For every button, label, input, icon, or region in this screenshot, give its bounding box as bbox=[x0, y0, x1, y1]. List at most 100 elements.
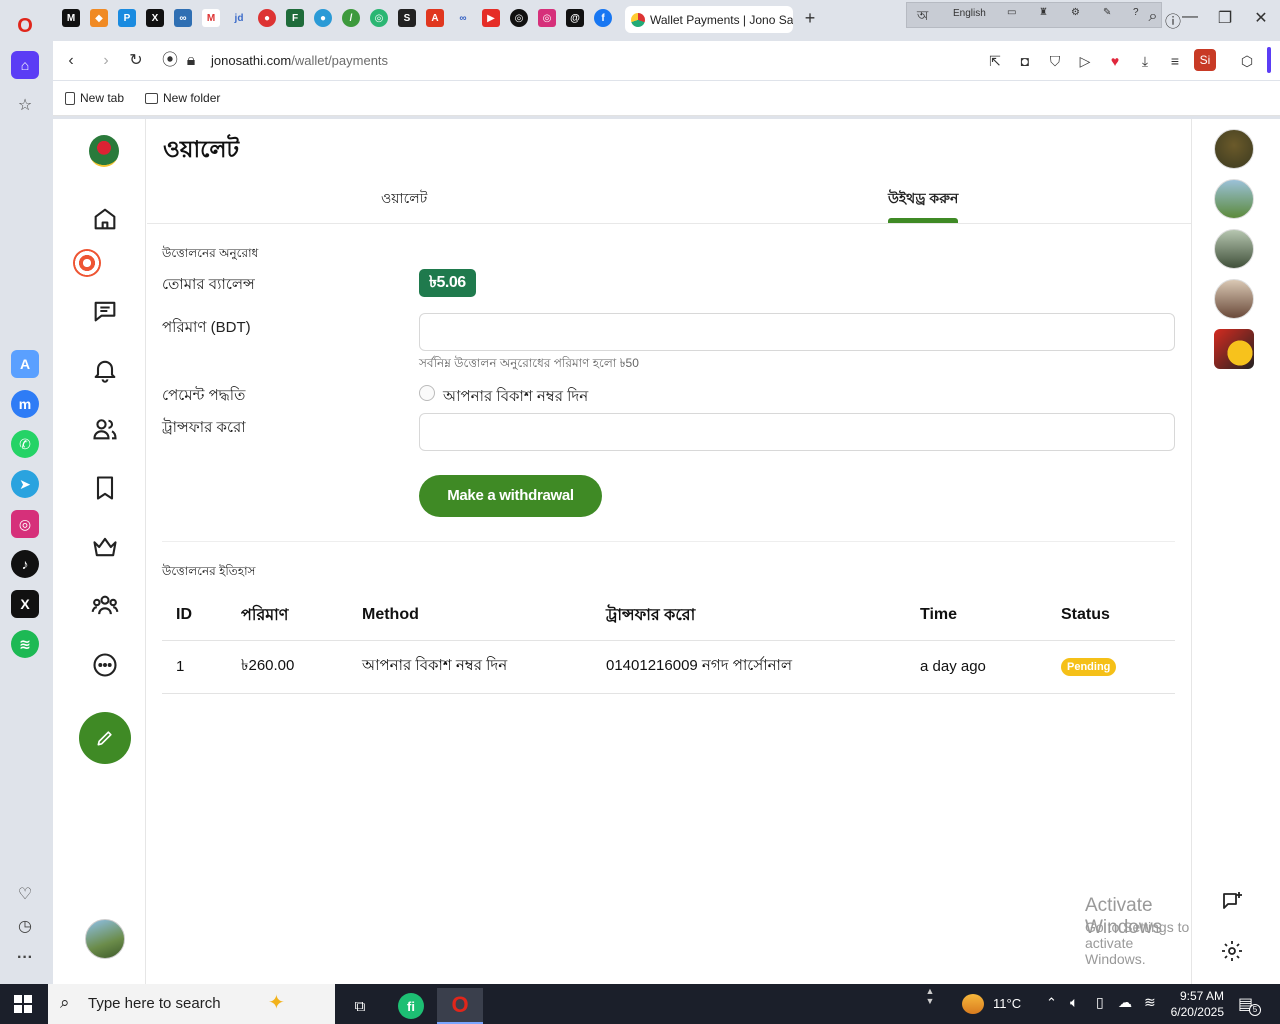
cloud-icon[interactable]: ☁ bbox=[1118, 994, 1132, 1011]
tab-icon[interactable]: ◎ bbox=[510, 9, 528, 27]
keyboard-icon[interactable]: ▭ bbox=[1007, 7, 1016, 18]
restore-icon[interactable]: ❐ bbox=[1215, 8, 1235, 28]
url-field[interactable]: jonosathi.com/wallet/payments bbox=[211, 53, 388, 68]
forward-icon[interactable]: › bbox=[96, 51, 116, 71]
tiktok-icon[interactable]: ♪ bbox=[11, 550, 39, 578]
spotify-icon[interactable]: ≋ bbox=[11, 630, 39, 658]
threads-tab-icon[interactable]: @ bbox=[566, 9, 584, 27]
settings-icon[interactable]: ⚙ bbox=[1071, 7, 1080, 18]
help-icon[interactable]: ? bbox=[1133, 7, 1139, 18]
active-tab[interactable]: Wallet Payments | Jono Sa bbox=[625, 6, 793, 33]
close-icon[interactable]: ✕ bbox=[1251, 8, 1271, 28]
home-icon[interactable] bbox=[91, 205, 119, 233]
tab-icon[interactable]: / bbox=[342, 9, 360, 27]
edit-icon[interactable]: ✎ bbox=[1103, 7, 1111, 18]
camera-icon[interactable]: ◘ bbox=[1015, 51, 1035, 71]
fiverr-app-icon[interactable]: fi bbox=[388, 988, 434, 1024]
bookmark-new-folder[interactable]: New folder bbox=[145, 91, 220, 105]
language-toolbar[interactable]: অ English ▭ ♜ ⚙ ✎ ? bbox=[906, 2, 1162, 28]
medium-tab-icon[interactable]: M bbox=[62, 9, 80, 27]
amount-input[interactable] bbox=[419, 313, 1175, 351]
facebook-tab-icon[interactable]: f bbox=[594, 9, 612, 27]
language-label[interactable]: English bbox=[953, 8, 986, 19]
gmail-tab-icon[interactable]: M bbox=[202, 9, 220, 27]
instagram-icon[interactable]: ◎ bbox=[11, 510, 39, 538]
link-tab-icon[interactable]: ∞ bbox=[454, 9, 472, 27]
x-icon[interactable]: X bbox=[11, 590, 39, 618]
avatar[interactable] bbox=[85, 919, 125, 959]
device-icon[interactable]: ▯ bbox=[1096, 994, 1104, 1011]
new-tab-button[interactable]: + bbox=[800, 9, 820, 29]
site-logo[interactable] bbox=[89, 135, 119, 167]
download-icon[interactable]: ⤓ bbox=[1135, 51, 1155, 71]
bookmark-icon[interactable] bbox=[91, 474, 119, 502]
transfer-input[interactable] bbox=[419, 413, 1175, 451]
settings-icon[interactable] bbox=[1220, 939, 1248, 967]
avatar[interactable] bbox=[1214, 279, 1254, 319]
link-tab-icon[interactable]: ∞ bbox=[174, 9, 192, 27]
minimize-icon[interactable]: — bbox=[1180, 8, 1200, 28]
windows-start-icon[interactable] bbox=[14, 995, 32, 1013]
more-icon[interactable]: ··· bbox=[11, 944, 39, 972]
location-pin-icon[interactable]: ⦿ bbox=[160, 51, 180, 71]
tab-wallet[interactable]: ওয়ালেট bbox=[381, 187, 427, 211]
movie-emoji-icon[interactable] bbox=[1214, 329, 1254, 369]
tab-icon[interactable]: jd bbox=[230, 9, 248, 27]
make-withdrawal-button[interactable]: Make a withdrawal bbox=[419, 475, 602, 517]
tab-icon[interactable]: ● bbox=[258, 9, 276, 27]
new-chat-icon[interactable] bbox=[1220, 889, 1248, 917]
messages-icon[interactable] bbox=[91, 297, 119, 325]
reload-icon[interactable]: ↻ bbox=[126, 51, 146, 71]
temperature[interactable]: 11°C bbox=[993, 996, 1021, 1011]
instagram-tab-icon[interactable]: ◎ bbox=[538, 9, 556, 27]
share-icon[interactable]: ⇱ bbox=[985, 51, 1005, 71]
tab-icon[interactable]: ◆ bbox=[90, 9, 108, 27]
messenger-icon[interactable]: m bbox=[11, 390, 39, 418]
more-icon[interactable] bbox=[91, 651, 119, 679]
avatar[interactable] bbox=[1214, 229, 1254, 269]
heart-icon[interactable]: ♥ bbox=[1105, 51, 1125, 71]
search-tabs-icon[interactable]: ⌕ bbox=[1143, 8, 1163, 28]
avatar[interactable] bbox=[1214, 179, 1254, 219]
bell-icon[interactable] bbox=[91, 356, 119, 384]
tab-icon[interactable]: F bbox=[286, 9, 304, 27]
tab-icon[interactable]: ◎ bbox=[370, 9, 388, 27]
crown-icon[interactable] bbox=[91, 533, 119, 561]
figure-icon[interactable]: ♜ bbox=[1039, 7, 1048, 18]
compose-button[interactable] bbox=[79, 712, 131, 764]
send-icon[interactable]: ▷ bbox=[1075, 51, 1095, 71]
tab-icon[interactable]: ● bbox=[314, 9, 332, 27]
task-view-icon[interactable]: ⧉ bbox=[337, 988, 383, 1024]
groups-icon[interactable] bbox=[91, 592, 119, 620]
avatar[interactable] bbox=[1214, 129, 1254, 169]
bkash-radio-label[interactable]: আপনার বিকাশ নম্বর দিন bbox=[443, 385, 588, 410]
tab-icon[interactable]: P bbox=[118, 9, 136, 27]
tab-icon[interactable]: A bbox=[426, 9, 444, 27]
opera-app-icon[interactable]: O bbox=[437, 988, 483, 1024]
star-icon[interactable]: ☆ bbox=[11, 91, 39, 119]
bookmark-new-tab[interactable]: New tab bbox=[65, 91, 124, 105]
profile-button[interactable]: Si bbox=[1194, 49, 1216, 71]
sidebar-toggle[interactable] bbox=[1267, 47, 1271, 73]
history-icon[interactable]: ◷ bbox=[11, 912, 39, 940]
tray-chevron-icon[interactable]: ⌃ bbox=[1046, 995, 1057, 1011]
telegram-icon[interactable]: ➤ bbox=[11, 470, 39, 498]
taskbar-scroll[interactable]: ▲ ▼ bbox=[924, 986, 936, 1022]
easy-setup-icon[interactable]: ≡ bbox=[1165, 51, 1185, 71]
opera-logo-icon[interactable]: O bbox=[11, 12, 39, 40]
bkash-radio[interactable] bbox=[419, 385, 435, 401]
taskbar-search[interactable]: ⌕ Type here to search ✦ bbox=[48, 984, 335, 1024]
target-icon[interactable] bbox=[73, 249, 101, 277]
clock[interactable]: 9:57 AM 6/20/2025 bbox=[1162, 988, 1224, 1020]
tab-withdraw[interactable]: উইথড্র করুন bbox=[888, 187, 958, 211]
friends-icon[interactable] bbox=[91, 415, 119, 443]
bangla-input-icon[interactable]: অ bbox=[917, 7, 928, 28]
heart-icon[interactable]: ♡ bbox=[11, 880, 39, 908]
lock-icon[interactable]: 🔒︎ bbox=[181, 51, 201, 71]
back-icon[interactable]: ‹ bbox=[61, 51, 81, 71]
extensions-icon[interactable]: ⬡ bbox=[1237, 51, 1257, 71]
home-icon[interactable]: ⌂ bbox=[11, 51, 39, 79]
weather-icon[interactable] bbox=[962, 994, 984, 1014]
wifi-icon[interactable]: ≋ bbox=[1144, 994, 1156, 1011]
tab-icon[interactable]: S bbox=[398, 9, 416, 27]
